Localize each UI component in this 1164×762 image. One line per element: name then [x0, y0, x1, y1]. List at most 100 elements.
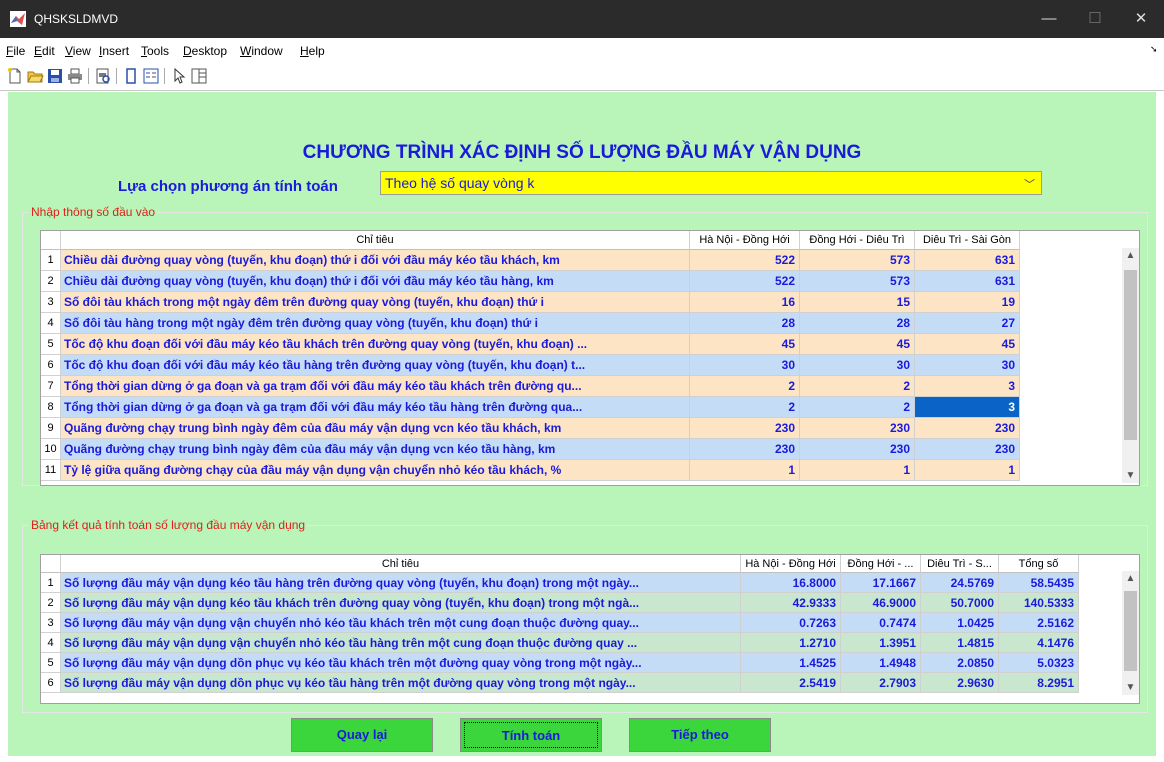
legend-icon[interactable]: [142, 67, 160, 85]
value-cell[interactable]: 230: [915, 418, 1020, 439]
value-cell[interactable]: 0.7474: [841, 613, 921, 633]
value-cell[interactable]: 1.0425: [921, 613, 999, 633]
scroll-up-icon[interactable]: ▲: [1122, 573, 1139, 584]
value-cell[interactable]: 631: [915, 250, 1020, 271]
menu-window[interactable]: Window: [240, 44, 283, 58]
value-cell[interactable]: 16: [690, 292, 800, 313]
colorbar-icon[interactable]: [122, 67, 140, 85]
value-cell[interactable]: 28: [800, 313, 915, 334]
value-cell[interactable]: 2: [690, 376, 800, 397]
value-cell[interactable]: 30: [800, 355, 915, 376]
new-file-icon[interactable]: [6, 67, 24, 85]
back-button[interactable]: Quay lại: [291, 718, 433, 752]
compute-button[interactable]: Tính toán: [460, 718, 602, 752]
scrollbar-thumb[interactable]: [1124, 591, 1137, 671]
menu-view[interactable]: View: [65, 44, 91, 58]
value-cell[interactable]: 230: [800, 439, 915, 460]
value-cell[interactable]: 19: [915, 292, 1020, 313]
menu-overflow-icon[interactable]: ➘: [1150, 44, 1158, 55]
value-cell[interactable]: 2.5419: [741, 673, 841, 693]
value-cell[interactable]: 17.1667: [841, 573, 921, 593]
value-cell[interactable]: 27: [915, 313, 1020, 334]
row-number: 4: [41, 633, 61, 653]
value-cell[interactable]: 1.4525: [741, 653, 841, 673]
value-cell[interactable]: 2.0850: [921, 653, 999, 673]
menu-tools[interactable]: Tools: [141, 44, 169, 58]
minimize-icon[interactable]: —: [1026, 0, 1072, 38]
value-cell[interactable]: 46.9000: [841, 593, 921, 613]
value-cell[interactable]: 4.1476: [999, 633, 1079, 653]
save-icon[interactable]: [46, 67, 64, 85]
value-cell[interactable]: 1.4815: [921, 633, 999, 653]
value-cell[interactable]: 2: [690, 397, 800, 418]
value-cell[interactable]: 45: [690, 334, 800, 355]
value-cell[interactable]: 2.5162: [999, 613, 1079, 633]
maximize-icon[interactable]: ☐: [1072, 0, 1118, 38]
value-cell[interactable]: 631: [915, 271, 1020, 292]
value-cell[interactable]: 1.3951: [841, 633, 921, 653]
menu-file[interactable]: File: [6, 44, 25, 58]
input-table[interactable]: Chỉ tiêu Hà Nội - Đồng Hới Đồng Hới - Diêu…: [40, 230, 1140, 486]
value-cell[interactable]: 30: [690, 355, 800, 376]
row-label: Số lượng đầu máy vận dụng dồn phục vụ ké…: [61, 673, 741, 693]
value-cell[interactable]: 573: [800, 271, 915, 292]
value-cell[interactable]: 50.7000: [921, 593, 999, 613]
value-cell[interactable]: 28: [690, 313, 800, 334]
value-cell[interactable]: 45: [915, 334, 1020, 355]
value-cell[interactable]: 3: [915, 376, 1020, 397]
value-cell[interactable]: 230: [800, 418, 915, 439]
property-editor-icon[interactable]: [190, 67, 208, 85]
next-button[interactable]: Tiếp theo: [629, 718, 771, 752]
value-cell[interactable]: 0.7263: [741, 613, 841, 633]
value-cell[interactable]: 140.5333: [999, 593, 1079, 613]
result-table[interactable]: Chỉ tiêu Hà Nội - Đồng Hới Đồng Hới - ... D…: [40, 554, 1140, 704]
print-icon[interactable]: [66, 67, 84, 85]
value-cell[interactable]: 230: [690, 439, 800, 460]
menu-edit[interactable]: Edit: [34, 44, 55, 58]
print-preview-icon[interactable]: [94, 67, 112, 85]
vertical-scrollbar[interactable]: ▲ ▼: [1122, 571, 1139, 695]
matlab-icon: [10, 11, 26, 27]
value-cell[interactable]: 230: [915, 439, 1020, 460]
value-cell[interactable]: 1: [690, 460, 800, 481]
scroll-up-icon[interactable]: ▲: [1122, 250, 1139, 261]
pointer-icon[interactable]: [170, 67, 188, 85]
value-cell[interactable]: 30: [915, 355, 1020, 376]
scrollbar-thumb[interactable]: [1124, 270, 1137, 440]
value-cell[interactable]: 58.5435: [999, 573, 1079, 593]
vertical-scrollbar[interactable]: ▲ ▼: [1122, 248, 1139, 483]
value-cell[interactable]: 2: [800, 397, 915, 418]
value-cell[interactable]: 15: [800, 292, 915, 313]
value-cell[interactable]: 573: [800, 250, 915, 271]
value-cell[interactable]: 1: [915, 460, 1020, 481]
chevron-down-icon[interactable]: ﹀: [1024, 176, 1035, 192]
row-label: Tốc độ khu đoạn đối với đầu máy kéo tầu …: [61, 334, 690, 355]
value-cell[interactable]: 8.2951: [999, 673, 1079, 693]
menu-desktop[interactable]: Desktop: [183, 44, 227, 58]
title-bar: QHSKSLDMVD — ☐ ✕: [0, 0, 1164, 38]
value-cell[interactable]: 2: [800, 376, 915, 397]
value-cell[interactable]: 2.9630: [921, 673, 999, 693]
value-cell[interactable]: 3: [915, 397, 1020, 418]
menu-help[interactable]: Help: [300, 44, 325, 58]
open-folder-icon[interactable]: [26, 67, 44, 85]
value-cell[interactable]: 24.5769: [921, 573, 999, 593]
menu-insert[interactable]: Insert: [99, 44, 129, 58]
option-dropdown[interactable]: Theo hệ số quay vòng k ﹀: [380, 171, 1042, 195]
value-cell[interactable]: 45: [800, 334, 915, 355]
scroll-down-icon[interactable]: ▼: [1122, 470, 1139, 481]
scroll-down-icon[interactable]: ▼: [1122, 682, 1139, 693]
value-cell[interactable]: 522: [690, 271, 800, 292]
value-cell[interactable]: 2.7903: [841, 673, 921, 693]
value-cell[interactable]: 1.2710: [741, 633, 841, 653]
value-cell[interactable]: 230: [690, 418, 800, 439]
value-cell[interactable]: 42.9333: [741, 593, 841, 613]
close-icon[interactable]: ✕: [1118, 0, 1164, 38]
value-cell[interactable]: 522: [690, 250, 800, 271]
row-number: 9: [41, 418, 61, 439]
value-cell[interactable]: 5.0323: [999, 653, 1079, 673]
value-cell[interactable]: 1.4948: [841, 653, 921, 673]
option-selected-value: Theo hệ số quay vòng k: [385, 175, 535, 191]
value-cell[interactable]: 16.8000: [741, 573, 841, 593]
value-cell[interactable]: 1: [800, 460, 915, 481]
